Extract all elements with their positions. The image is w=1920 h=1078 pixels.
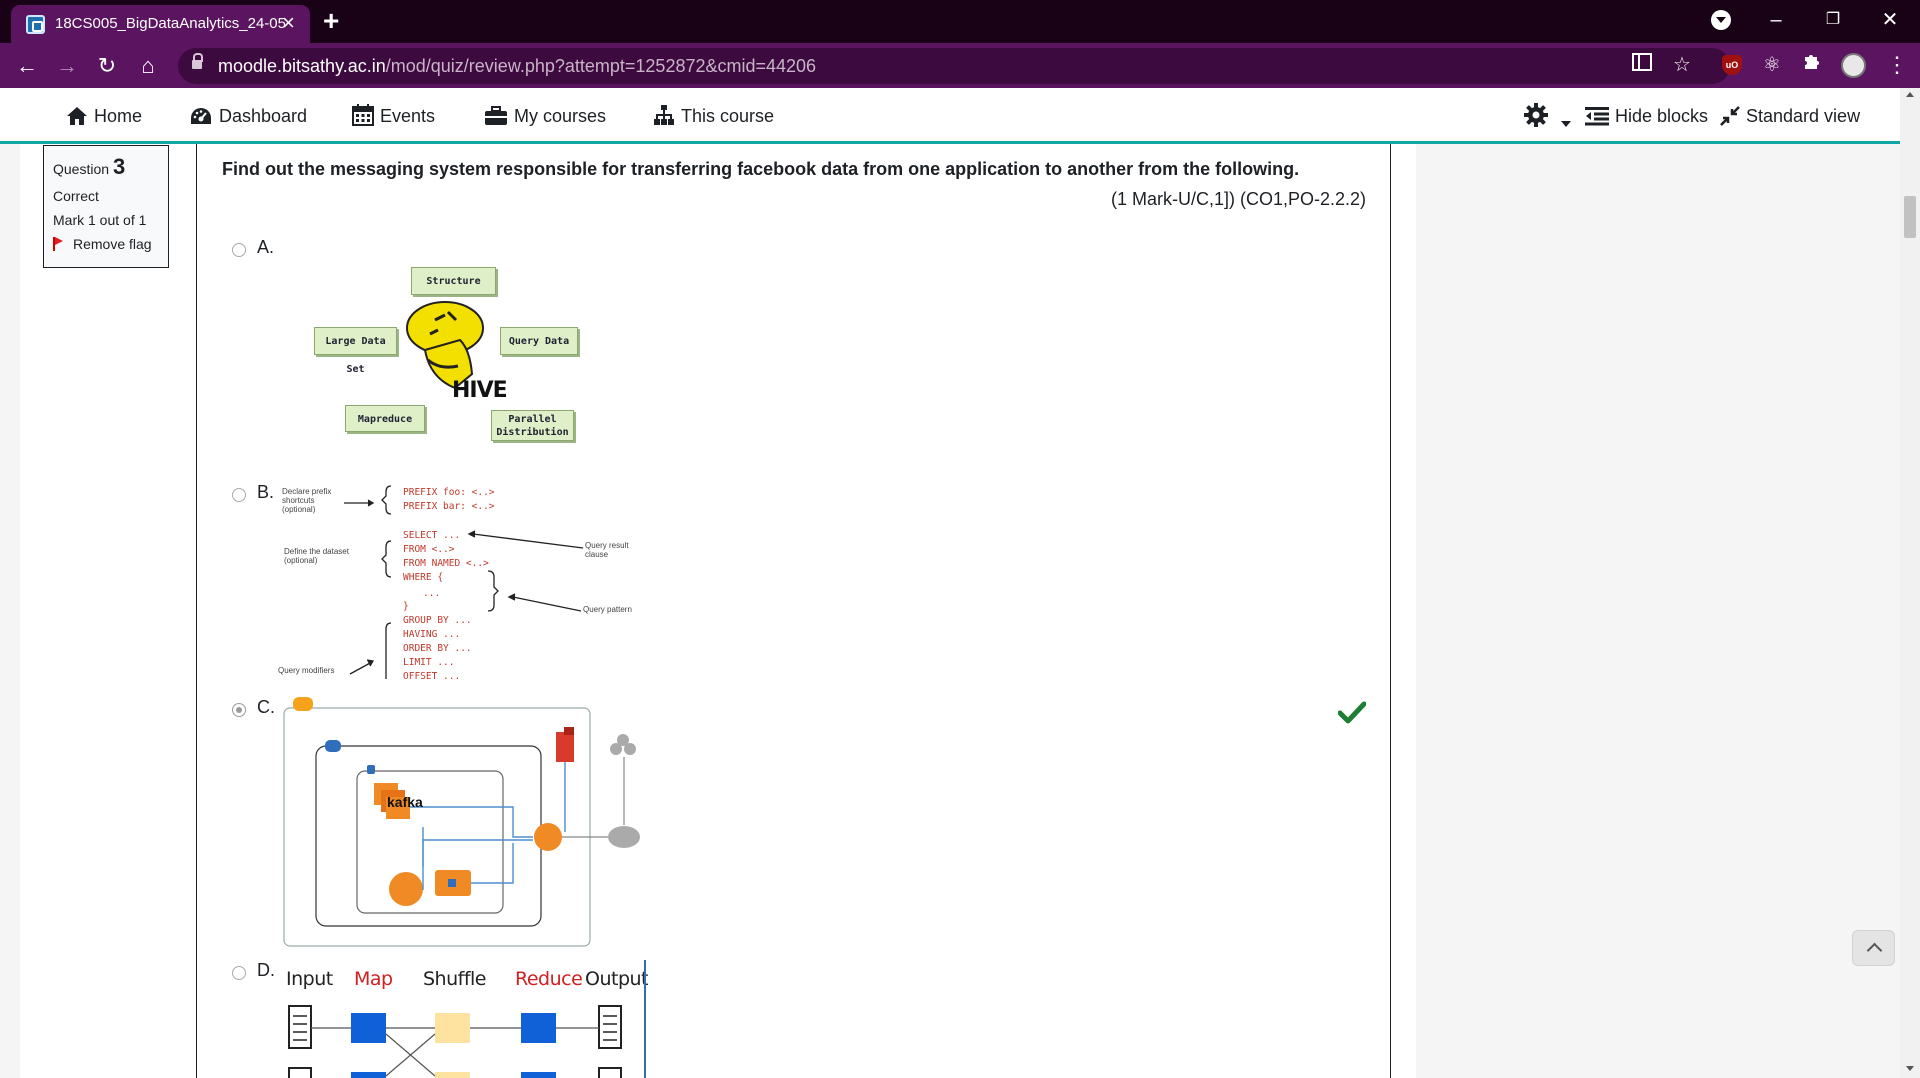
nav-events[interactable]: Events — [352, 102, 435, 130]
bookmark-star-icon[interactable]: ☆ — [1668, 51, 1696, 79]
option-a-hive-diagram: Structure Data Large Data Set Query Data… — [300, 260, 600, 450]
address-bar[interactable]: moodle.bitsathy.ac.in/mod/quiz/review.ph… — [178, 48, 1730, 84]
reader-mode-icon[interactable] — [1628, 51, 1656, 79]
scroll-to-top-button[interactable] — [1852, 930, 1895, 966]
browser-menu-icon[interactable]: ⋮ — [1886, 51, 1908, 79]
kafka-logo-text: kafka — [387, 794, 423, 810]
option-a-label: A. — [257, 237, 275, 257]
scroll-up-arrow-icon[interactable] — [1906, 92, 1914, 97]
question-info-block: Question 3 Correct Mark 1 out of 1 Remov… — [43, 145, 169, 268]
home-icon — [67, 107, 87, 125]
hive-logo-text: HIVE — [452, 378, 508, 403]
question-marks: (1 Mark-U/C,1]) (CO1,PO-2.2.2) — [1110, 189, 1366, 209]
lock-icon[interactable] — [192, 53, 203, 71]
option-b-label: B. — [257, 482, 275, 502]
question-grade: Mark 1 out of 1 — [53, 212, 147, 228]
browser-toolbar: ← → ↻ ⌂ moodle.bitsathy.ac.in/mod/quiz/r… — [0, 43, 1920, 88]
option-d-radio[interactable] — [232, 966, 246, 980]
moodle-favicon-icon — [26, 15, 45, 34]
hive-structure-data: Structure Data — [411, 267, 496, 315]
question-state: Correct — [53, 188, 99, 204]
correct-check-icon — [1338, 701, 1366, 724]
question-number: Question 3 — [53, 154, 126, 179]
hive-parallel-distribution: Parallel Distribution — [491, 410, 574, 441]
moodle-navbar: Home Dashboard Events My courses This co… — [0, 88, 1900, 144]
new-tab-icon[interactable]: + — [323, 7, 339, 35]
minimize-icon[interactable]: – — [1761, 5, 1791, 35]
option-d-mapreduce-diagram — [288, 960, 646, 1078]
compress-arrows-icon — [1720, 106, 1740, 126]
option-b-radio[interactable] — [232, 488, 246, 502]
media-control-icon[interactable] — [1711, 10, 1731, 30]
url-text: moodle.bitsathy.ac.in/mod/quiz/review.ph… — [218, 56, 817, 76]
close-tab-icon[interactable]: × — [282, 11, 295, 35]
scroll-down-arrow-icon[interactable] — [1906, 1066, 1914, 1071]
avatar[interactable] — [1841, 53, 1866, 78]
nav-this-course[interactable]: This course — [653, 102, 774, 130]
option-d-label: D. — [257, 960, 275, 980]
remove-flag-link[interactable]: Remove flag — [53, 236, 159, 252]
briefcase-icon — [485, 106, 507, 125]
hive-query-data: Query Data — [500, 327, 578, 355]
hive-large-data-set: Large Data Set — [314, 327, 397, 375]
option-c-label: C. — [257, 697, 275, 717]
nav-dashboard[interactable]: Dashboard — [189, 102, 307, 130]
tab-title: 18CS005_BigDataAnalytics_24-05 — [55, 15, 285, 32]
browser-tab-bar: 18CS005_BigDataAnalytics_24-05 × + – ❐ ✕ — [0, 0, 1920, 43]
nav-home[interactable]: Home — [66, 102, 142, 130]
gear-icon — [1524, 103, 1548, 127]
restore-icon[interactable]: ❐ — [1818, 5, 1848, 35]
forward-icon[interactable]: → — [52, 51, 82, 81]
option-c-radio[interactable] — [232, 703, 246, 717]
home-icon[interactable]: ⌂ — [133, 51, 163, 81]
scrollbar-thumb[interactable] — [1904, 196, 1916, 238]
ublock-icon[interactable]: uO — [1722, 55, 1742, 75]
red-flag-icon — [53, 237, 63, 251]
calendar-icon — [352, 104, 374, 126]
standard-view-button[interactable]: Standard view — [1720, 102, 1860, 130]
browser-tab[interactable]: 18CS005_BigDataAnalytics_24-05 × — [11, 5, 310, 43]
page-scrollbar[interactable] — [1900, 88, 1920, 1078]
sparql-brackets-arrows — [344, 485, 584, 679]
outdent-list-icon — [1585, 107, 1609, 126]
question-text: Find out the messaging system responsibl… — [222, 159, 1300, 179]
option-b-sparql-diagram: Declare prefix shortcuts (optional) Defi… — [278, 483, 648, 683]
window-close-icon[interactable]: ✕ — [1875, 5, 1905, 35]
settings-dropdown[interactable] — [1523, 102, 1578, 130]
atom-icon[interactable]: ⚛ — [1758, 51, 1786, 79]
reload-icon[interactable]: ↻ — [92, 51, 122, 81]
dashboard-gauge-icon — [191, 108, 211, 124]
extensions-puzzle-icon[interactable] — [1798, 51, 1826, 79]
option-c-kafka-aws-diagram: kafka — [283, 697, 643, 952]
left-gutter — [0, 144, 20, 1078]
sitemap-icon — [654, 105, 674, 125]
back-icon[interactable]: ← — [12, 51, 42, 81]
option-a-radio[interactable] — [232, 243, 246, 257]
right-blocks-region — [1416, 144, 1900, 1078]
kafka-architecture-graphic — [283, 697, 640, 947]
hide-blocks-button[interactable]: Hide blocks — [1585, 102, 1708, 130]
caret-down-icon — [1561, 121, 1572, 127]
nav-my-courses[interactable]: My courses — [484, 102, 606, 130]
